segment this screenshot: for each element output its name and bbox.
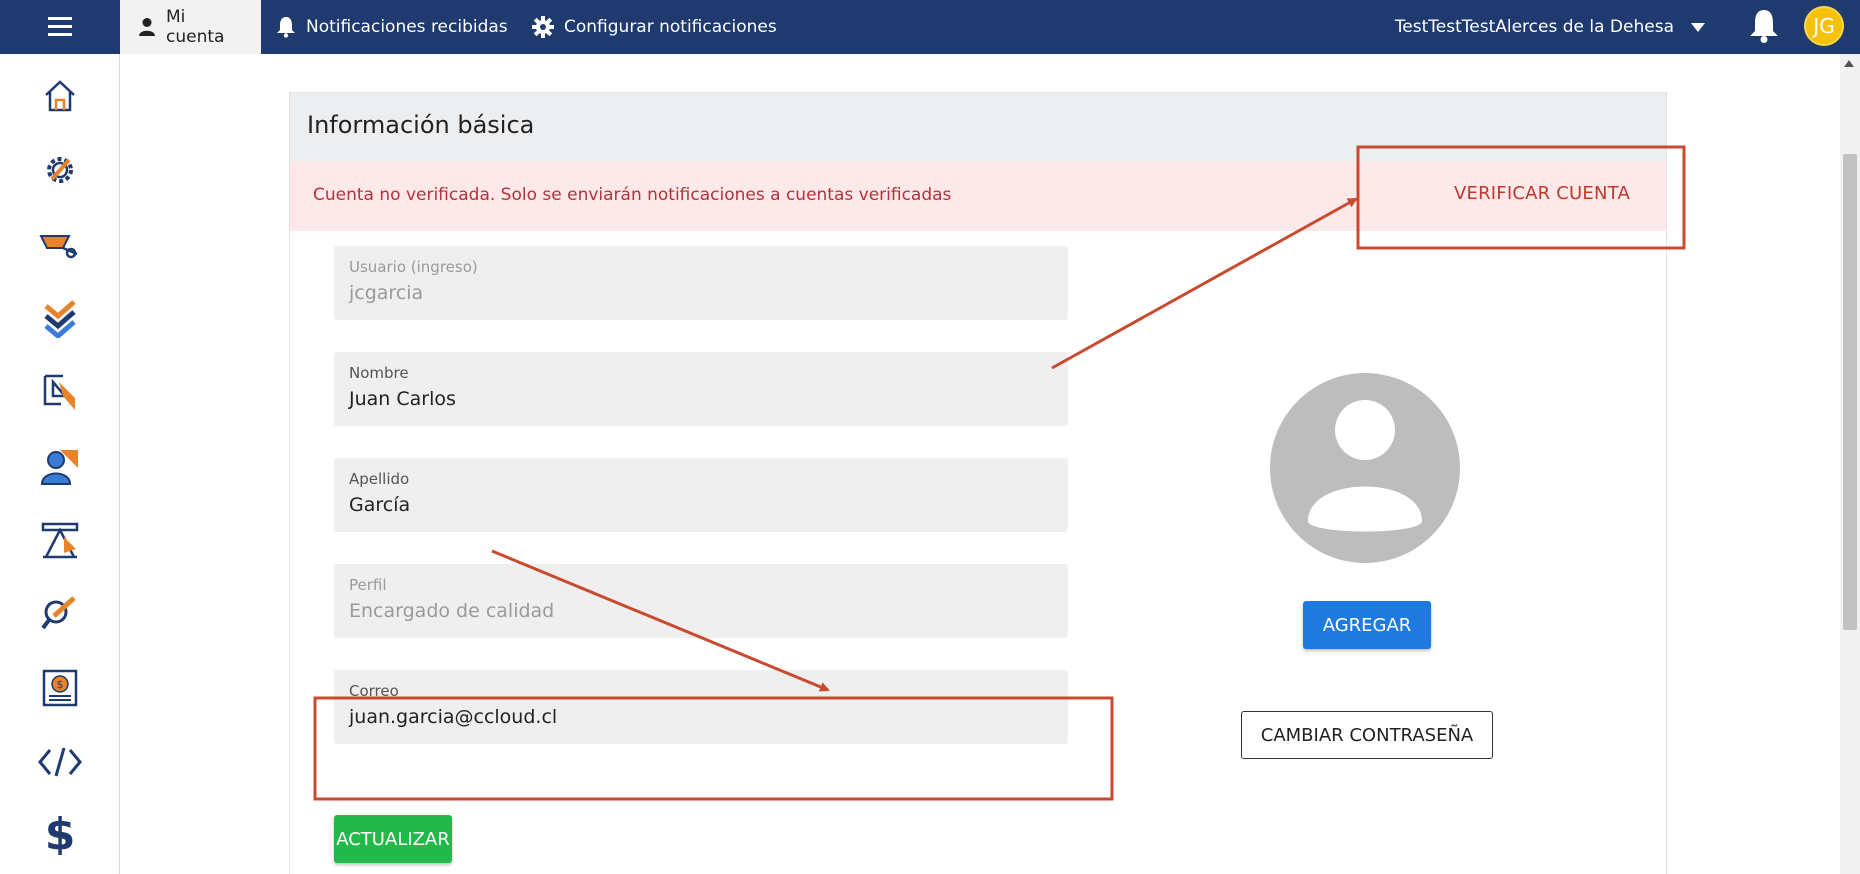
user-icon <box>138 17 156 37</box>
document-arrow-icon[interactable] <box>38 370 82 414</box>
user-group-icon[interactable] <box>38 444 82 488</box>
hamburger-menu-icon[interactable] <box>0 0 120 54</box>
field-value[interactable]: juan.garcia@ccloud.cl <box>349 706 557 728</box>
tab-notificaciones-recibidas[interactable]: Notificaciones recibidas <box>276 0 508 54</box>
last-name-field[interactable]: Apellido García <box>334 458 1068 532</box>
scroll-thumb[interactable] <box>1843 154 1857 630</box>
magnifier-pencil-icon[interactable] <box>38 592 82 636</box>
organization-selector[interactable]: TestTestTestAlerces de la Dehesa <box>1395 0 1674 54</box>
vertical-scrollbar[interactable] <box>1840 54 1860 874</box>
person-icon <box>1308 400 1422 532</box>
notifications-bell-icon[interactable] <box>1748 8 1780 48</box>
tab-label: Configurar notificaciones <box>564 17 777 37</box>
add-photo-button[interactable]: AGREGAR <box>1303 601 1431 649</box>
scroll-up-arrow-icon[interactable] <box>1844 60 1854 67</box>
change-password-button[interactable]: CAMBIAR CONTRASEÑA <box>1241 711 1493 759</box>
field-label: Apellido <box>349 470 410 488</box>
verify-account-button[interactable]: VERIFICAR CUENTA <box>1454 183 1630 204</box>
wheelbarrow-icon[interactable] <box>38 222 82 266</box>
svg-text:$: $ <box>57 678 64 691</box>
dollar-icon[interactable]: $ <box>38 809 82 855</box>
tab-mi-cuenta[interactable]: Mi cuenta <box>120 0 261 54</box>
field-value[interactable]: García <box>349 494 410 516</box>
chevron-down-icon[interactable] <box>1686 20 1710 34</box>
checklist-icon[interactable] <box>38 296 82 340</box>
tab-configurar-notificaciones[interactable]: Configurar notificaciones <box>532 0 777 54</box>
field-label: Correo <box>349 682 399 700</box>
gear-icon <box>532 16 554 38</box>
update-button[interactable]: ACTUALIZAR <box>334 815 452 863</box>
field-value: jcgarcia <box>349 282 424 304</box>
user-avatar[interactable]: JG <box>1804 6 1844 46</box>
main-content: Información básica Cuenta no verificada.… <box>121 54 1840 874</box>
settings-pencil-icon[interactable] <box>38 148 82 192</box>
code-icon[interactable] <box>38 740 82 784</box>
alert-message: Cuenta no verificada. Solo se enviarán n… <box>313 185 952 205</box>
card-header: Información básica <box>290 93 1666 161</box>
tab-label: Notificaciones recibidas <box>306 17 508 37</box>
username-field: Usuario (ingreso) jcgarcia <box>334 246 1068 320</box>
tab-label: Mi cuenta <box>166 7 225 47</box>
basic-info-card: Información básica Cuenta no verificada.… <box>289 92 1667 874</box>
home-icon[interactable] <box>38 74 82 118</box>
blueprint-icon[interactable] <box>38 518 82 562</box>
profile-avatar-placeholder <box>1270 373 1460 563</box>
field-label: Perfil <box>349 576 387 594</box>
email-field[interactable]: Correo juan.garcia@ccloud.cl <box>334 670 1068 744</box>
top-navigation-bar: Mi cuenta Notificaciones recibidas Confi… <box>0 0 1860 54</box>
field-label: Nombre <box>349 364 409 382</box>
field-value[interactable]: Juan Carlos <box>349 388 456 410</box>
organization-name: TestTestTestAlerces de la Dehesa <box>1394 17 1674 37</box>
unverified-account-alert: Cuenta no verificada. Solo se enviarán n… <box>290 161 1666 231</box>
svg-text:$: $ <box>45 809 75 855</box>
money-box-icon[interactable]: $ <box>38 666 82 710</box>
bell-icon <box>276 16 296 38</box>
first-name-field[interactable]: Nombre Juan Carlos <box>334 352 1068 426</box>
field-label: Usuario (ingreso) <box>349 258 478 276</box>
page-title: Información básica <box>307 111 535 139</box>
field-value: Encargado de calidad <box>349 600 555 622</box>
profile-field: Perfil Encargado de calidad <box>334 564 1068 638</box>
sidebar: $ $ <box>0 54 120 874</box>
